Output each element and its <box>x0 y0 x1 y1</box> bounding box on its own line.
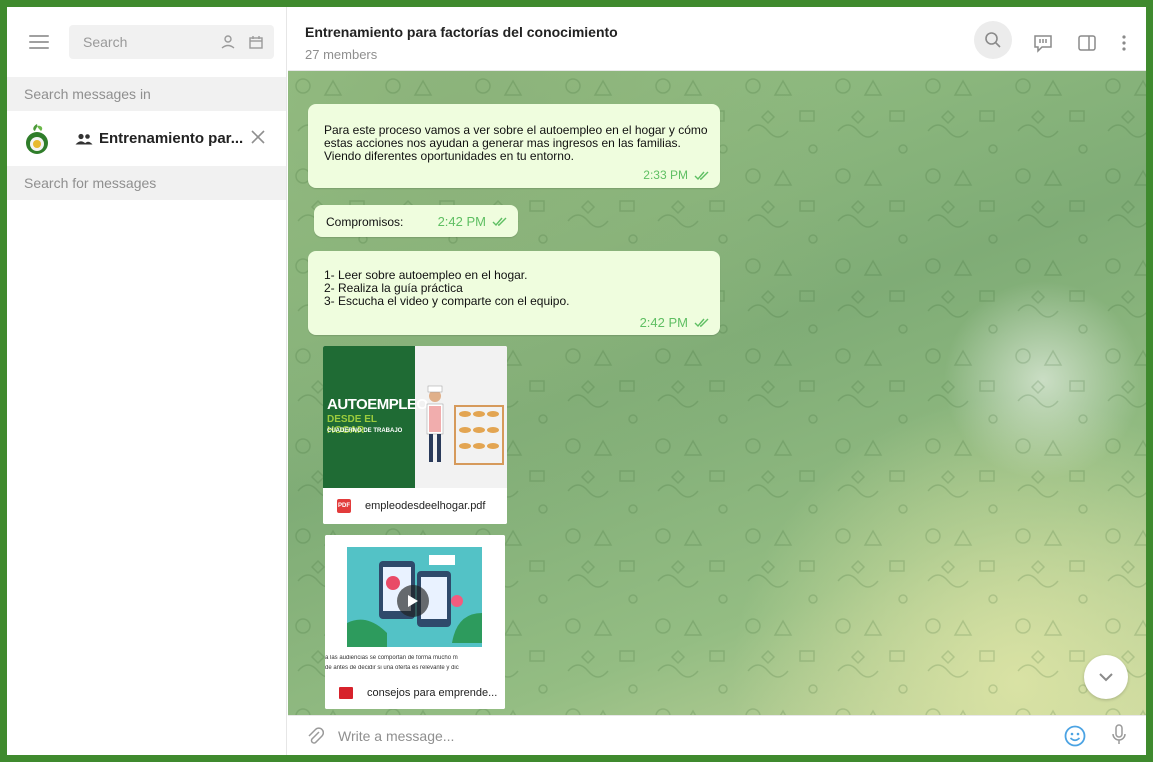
video-caption: a las audiencias se comportan de forma m… <box>325 655 458 661</box>
group-logo-icon <box>26 123 48 154</box>
message-composer <box>288 715 1146 755</box>
message-bubble[interactable]: 1- Leer sobre autoempleo en el hogar. 2-… <box>308 251 720 335</box>
cover-subtitle-2: CUADERNO DE TRABAJO <box>327 428 403 434</box>
cover-title: AUTOEMPLEO <box>327 396 428 413</box>
member-count: 27 members <box>305 47 378 62</box>
menu-icon[interactable] <box>29 35 49 49</box>
comments-icon <box>1034 35 1052 53</box>
emoji-icon[interactable] <box>1064 725 1086 747</box>
chat-panel: Entrenamiento para factorías del conocim… <box>288 7 1146 755</box>
pdf-cover: AUTOEMPLEO DESDE EL HOGAR CUADERNO DE TR… <box>323 346 507 488</box>
pdf-attachment[interactable]: AUTOEMPLEO DESDE EL HOGAR CUADERNO DE TR… <box>323 346 507 524</box>
chevron-down-icon <box>1099 673 1113 682</box>
video-file-icon <box>339 687 353 699</box>
read-check-icon <box>694 318 709 327</box>
calendar-icon[interactable] <box>248 34 264 50</box>
play-button[interactable] <box>397 585 429 617</box>
chat-name: Entrenamiento par... <box>99 130 244 147</box>
cover-illustration <box>426 385 504 465</box>
sidebar-search <box>69 25 274 59</box>
group-icon <box>75 133 93 144</box>
message-time: 2:33 PM <box>643 168 688 182</box>
microphone-icon[interactable] <box>1110 723 1128 747</box>
pdf-icon: PDF <box>337 499 351 513</box>
chat-header: Entrenamiento para factorías del conocim… <box>288 7 1146 71</box>
paperclip-icon[interactable] <box>306 726 324 746</box>
comments-button[interactable] <box>1030 30 1056 56</box>
play-icon <box>408 595 418 607</box>
file-name: consejos para emprende... <box>367 687 498 699</box>
search-messages-field[interactable]: Search for messages <box>7 166 286 200</box>
more-button[interactable] <box>1118 30 1130 56</box>
file-name: empleodesdeelhogar.pdf <box>365 500 486 512</box>
video-attachment[interactable]: a las audiencias se comportan de forma m… <box>325 535 505 709</box>
sidebar-toggle-button[interactable] <box>1074 30 1100 56</box>
message-area[interactable]: Para este proceso vamos a ver sobre el a… <box>288 71 1146 715</box>
sidebar-top <box>7 7 286 77</box>
user-filter-icon[interactable] <box>220 34 236 50</box>
read-check-icon <box>694 171 709 180</box>
search-icon <box>985 32 1001 48</box>
message-input[interactable] <box>338 727 1018 744</box>
search-input[interactable] <box>83 34 220 50</box>
read-check-icon <box>492 217 507 226</box>
message-text: Compromisos: <box>326 215 404 229</box>
message-line: 3- Escucha el video y comparte con el eq… <box>324 294 570 308</box>
sidebar-panel-icon <box>1078 35 1096 51</box>
chat-title[interactable]: Entrenamiento para factorías del conocim… <box>305 24 618 40</box>
search-in-label: Search messages in <box>7 77 286 111</box>
message-text: Para este proceso vamos a ver sobre el a… <box>324 123 708 163</box>
scroll-down-button[interactable] <box>1084 655 1128 699</box>
message-bubble[interactable]: Para este proceso vamos a ver sobre el a… <box>308 104 720 188</box>
video-thumbnail: a las audiencias se comportan de forma m… <box>325 535 505 675</box>
message-time: 2:42 PM <box>639 315 688 330</box>
search-chat-chip[interactable]: Entrenamiento par... <box>7 111 286 166</box>
search-button[interactable] <box>974 21 1012 59</box>
message-time: 2:42 PM <box>437 214 486 229</box>
more-vertical-icon <box>1122 35 1126 51</box>
sidebar: Search messages in Entrenamiento par... … <box>7 7 287 755</box>
video-caption-2: de antes de decidir si una oferta es rel… <box>325 665 459 671</box>
close-icon[interactable] <box>250 129 266 145</box>
cover-green-panel: AUTOEMPLEO DESDE EL HOGAR CUADERNO DE TR… <box>323 346 428 488</box>
message-bubble[interactable]: Compromisos: 2:42 PM <box>314 205 518 237</box>
